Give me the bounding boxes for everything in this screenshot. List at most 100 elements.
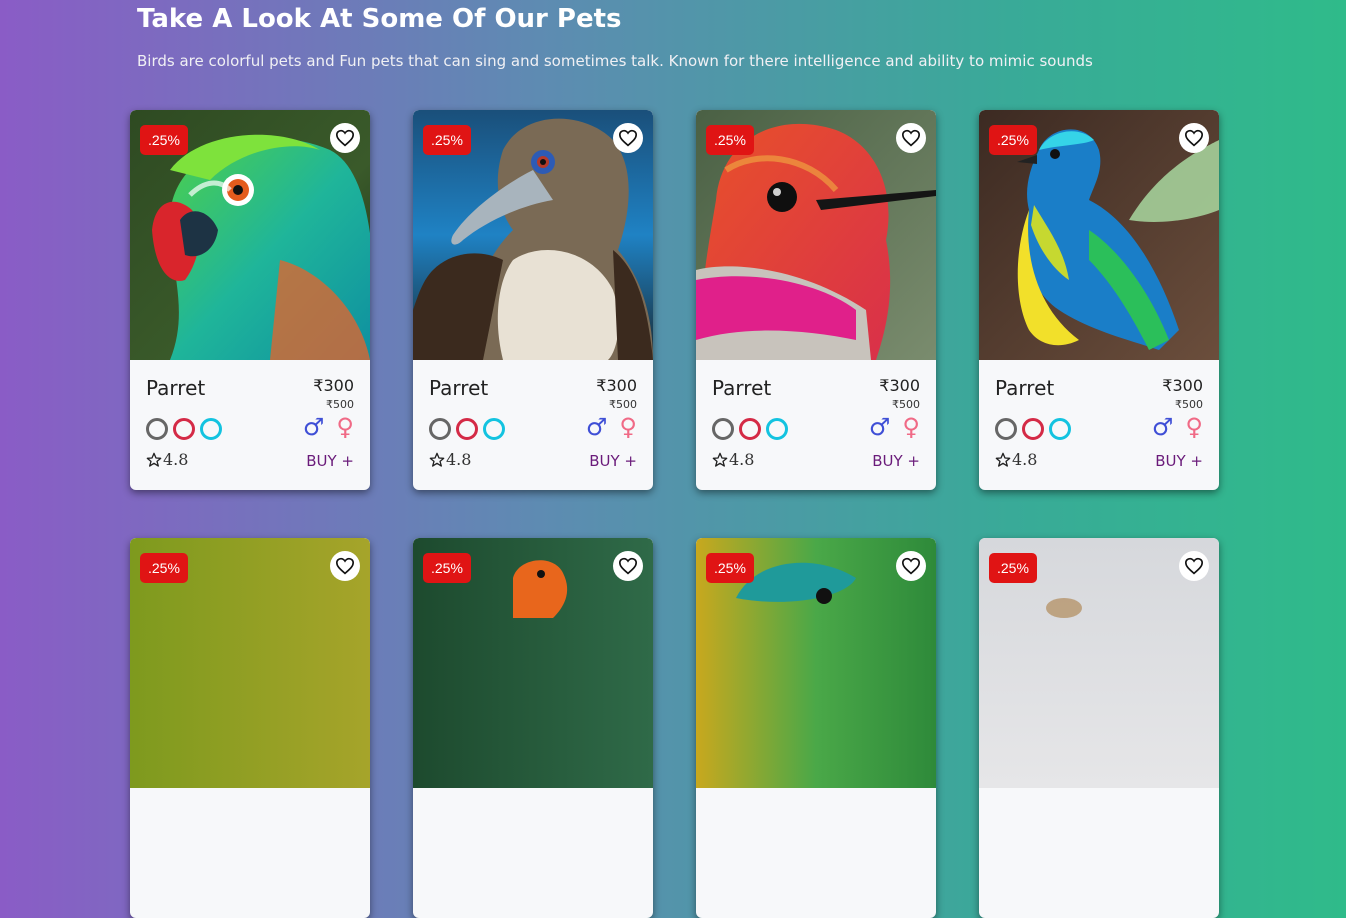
price: ₹300: [596, 376, 637, 395]
discount-badge: .25%: [989, 553, 1037, 583]
discount-badge: .25%: [706, 553, 754, 583]
card-body: Parret ₹300 ₹500 ♂ ♀ 4.8 BUY +: [696, 360, 936, 490]
favorite-button[interactable]: [896, 123, 926, 153]
heart-icon: [335, 557, 355, 575]
pet-image-white-bird: .25%: [979, 538, 1219, 788]
heart-icon: [618, 557, 638, 575]
gender-options: ♂ ♀: [869, 414, 920, 440]
pet-name: Parret: [146, 376, 206, 400]
female-icon[interactable]: ♀: [1185, 414, 1203, 440]
pet-card[interactable]: .25%: [413, 538, 653, 918]
heart-icon: [335, 129, 355, 147]
rating: 4.8: [712, 450, 754, 469]
pet-card[interactable]: .25% Parret ₹300 ₹500 ♂ ♀ 4.8 BUY +: [979, 110, 1219, 490]
pet-card[interactable]: .25% Parret ₹300 ₹500 ♂ ♀ 4.8 BUY +: [130, 110, 370, 490]
favorite-button[interactable]: [896, 551, 926, 581]
card-body: Parret ₹300 ₹500 ♂ ♀ 4.8 BUY +: [130, 360, 370, 490]
male-icon[interactable]: ♂: [1152, 414, 1174, 440]
rating: 4.8: [146, 450, 188, 469]
favorite-button[interactable]: [1179, 123, 1209, 153]
heart-icon: [1184, 557, 1204, 575]
pet-card[interactable]: .25%: [130, 538, 370, 918]
pet-name: Parret: [429, 376, 489, 400]
color-swatches: [995, 418, 1071, 440]
female-icon[interactable]: ♀: [902, 414, 920, 440]
pet-grid: .25% Parret ₹300 ₹500 ♂ ♀ 4.8 BUY + .25%…: [130, 110, 1219, 918]
rating: 4.8: [429, 450, 471, 469]
male-icon[interactable]: ♂: [303, 414, 325, 440]
color-swatches: [146, 418, 222, 440]
buy-button[interactable]: BUY +: [1155, 452, 1203, 470]
price: ₹300: [1162, 376, 1203, 395]
female-icon[interactable]: ♀: [336, 414, 354, 440]
favorite-button[interactable]: [330, 123, 360, 153]
price: ₹300: [879, 376, 920, 395]
pet-name: Parret: [712, 376, 772, 400]
star-icon: [429, 452, 445, 468]
gender-options: ♂ ♀: [586, 414, 637, 440]
pet-card[interactable]: .25% Parret ₹300 ₹500 ♂ ♀ 4.8 BUY +: [413, 110, 653, 490]
star-icon: [712, 452, 728, 468]
discount-badge: .25%: [706, 125, 754, 155]
pet-image-olive-bird: .25%: [130, 538, 370, 788]
color-option-cyan[interactable]: [200, 418, 222, 440]
pet-card[interactable]: .25%: [979, 538, 1219, 918]
color-option-red[interactable]: [456, 418, 478, 440]
buy-button[interactable]: BUY +: [872, 452, 920, 470]
pet-card[interactable]: .25%: [696, 538, 936, 918]
discount-badge: .25%: [140, 125, 188, 155]
pet-name: Parret: [995, 376, 1055, 400]
heart-icon: [901, 557, 921, 575]
color-option-cyan[interactable]: [766, 418, 788, 440]
old-price: ₹500: [609, 398, 637, 411]
card-body: Parret ₹300 ₹500 ♂ ♀ 4.8 BUY +: [979, 360, 1219, 490]
heart-icon: [618, 129, 638, 147]
old-price: ₹500: [326, 398, 354, 411]
page-title: Take A Look At Some Of Our Pets: [137, 4, 622, 34]
color-option-gray[interactable]: [995, 418, 1017, 440]
card-body: Parret ₹300 ₹500 ♂ ♀ 4.8 BUY +: [413, 360, 653, 490]
color-option-gray[interactable]: [429, 418, 451, 440]
rating-value: 4.8: [729, 450, 755, 469]
color-option-cyan[interactable]: [483, 418, 505, 440]
color-option-cyan[interactable]: [1049, 418, 1071, 440]
favorite-button[interactable]: [330, 551, 360, 581]
color-option-gray[interactable]: [146, 418, 168, 440]
favorite-button[interactable]: [613, 551, 643, 581]
heart-icon: [1184, 129, 1204, 147]
page-subtitle: Birds are colorful pets and Fun pets tha…: [137, 52, 1093, 70]
female-icon[interactable]: ♀: [619, 414, 637, 440]
old-price: ₹500: [1175, 398, 1203, 411]
color-option-red[interactable]: [739, 418, 761, 440]
pet-card[interactable]: .25% Parret ₹300 ₹500 ♂ ♀ 4.8 BUY +: [696, 110, 936, 490]
gender-options: ♂ ♀: [303, 414, 354, 440]
star-icon: [995, 452, 1011, 468]
color-swatches: [429, 418, 505, 440]
pet-image-blue-yellow-bird: .25%: [979, 110, 1219, 360]
rating-value: 4.8: [163, 450, 189, 469]
rating: 4.8: [995, 450, 1037, 469]
pet-image-green-parrot: .25%: [130, 110, 370, 360]
gender-options: ♂ ♀: [1152, 414, 1203, 440]
rating-value: 4.8: [1012, 450, 1038, 469]
discount-badge: .25%: [989, 125, 1037, 155]
discount-badge: .25%: [423, 553, 471, 583]
color-option-gray[interactable]: [712, 418, 734, 440]
heart-icon: [901, 129, 921, 147]
favorite-button[interactable]: [613, 123, 643, 153]
color-option-red[interactable]: [1022, 418, 1044, 440]
favorite-button[interactable]: [1179, 551, 1209, 581]
color-option-red[interactable]: [173, 418, 195, 440]
buy-button[interactable]: BUY +: [306, 452, 354, 470]
buy-button[interactable]: BUY +: [589, 452, 637, 470]
discount-badge: .25%: [423, 125, 471, 155]
star-icon: [146, 452, 162, 468]
color-swatches: [712, 418, 788, 440]
male-icon[interactable]: ♂: [586, 414, 608, 440]
price: ₹300: [313, 376, 354, 395]
old-price: ₹500: [892, 398, 920, 411]
rating-value: 4.8: [446, 450, 472, 469]
pet-image-teal-bird: .25%: [696, 538, 936, 788]
male-icon[interactable]: ♂: [869, 414, 891, 440]
discount-badge: .25%: [140, 553, 188, 583]
